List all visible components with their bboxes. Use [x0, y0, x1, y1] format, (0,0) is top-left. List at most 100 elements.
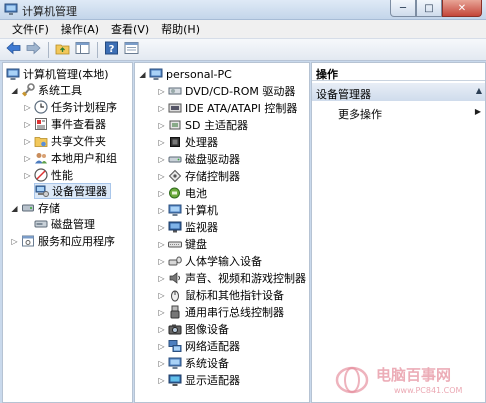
sd-adapter-icon [168, 118, 182, 132]
expand-icon[interactable]: ▷ [23, 154, 32, 163]
expand-icon[interactable]: ▷ [23, 137, 32, 146]
system-device-icon [168, 356, 182, 370]
properties-button[interactable] [122, 41, 140, 59]
expand-icon[interactable]: ▷ [157, 138, 166, 147]
menu-action[interactable]: 操作(A) [55, 21, 105, 37]
device-category-sd[interactable]: ▷ SD 主适配器 [157, 117, 248, 133]
close-button[interactable]: ✕ [442, 0, 482, 17]
computer-management-icon [4, 3, 18, 16]
expand-icon[interactable]: ▷ [157, 308, 166, 317]
device-tree-root[interactable]: ◢ personal-PC [138, 66, 231, 82]
device-label: 鼠标和其他指针设备 [185, 289, 284, 302]
device-category-keyboard[interactable]: ▷ 键盘 [157, 236, 207, 252]
disk-management-icon [34, 217, 48, 231]
users-icon [34, 151, 48, 165]
usb-icon [168, 305, 182, 319]
expand-icon[interactable]: ▷ [10, 237, 19, 246]
expand-icon[interactable]: ▷ [157, 359, 166, 368]
submenu-arrow-icon: ▶ [474, 107, 481, 116]
maximize-button[interactable]: □ [416, 0, 442, 17]
tree-node-storage[interactable]: ◢ 存储 [10, 200, 60, 216]
show-hide-tree-button[interactable] [73, 41, 91, 59]
expand-icon[interactable]: ▷ [157, 240, 166, 249]
disk-drive-icon [168, 152, 182, 166]
help-icon: ? [104, 41, 119, 58]
device-category-network[interactable]: ▷ 网络适配器 [157, 338, 240, 354]
expand-icon[interactable]: ▷ [157, 104, 166, 113]
device-category-system[interactable]: ▷ 系统设备 [157, 355, 229, 371]
sound-icon [168, 271, 182, 285]
collapse-icon[interactable]: ◢ [10, 86, 19, 95]
tree-label: 事件查看器 [51, 118, 106, 131]
expand-icon[interactable]: ▷ [157, 189, 166, 198]
tree-node-root[interactable]: 计算机管理(本地) [6, 66, 109, 82]
expand-icon[interactable]: ▷ [157, 325, 166, 334]
device-category-processor[interactable]: ▷ 处理器 [157, 134, 218, 150]
device-category-hid[interactable]: ▷ 人体学输入设备 [157, 253, 262, 269]
menu-file[interactable]: 文件(F) [6, 21, 55, 37]
tree-label: 设备管理器 [52, 185, 107, 198]
expand-icon[interactable]: ▷ [157, 155, 166, 164]
device-label: DVD/CD-ROM 驱动器 [185, 85, 296, 98]
tree-node-task-scheduler[interactable]: ▷ 任务计划程序 [23, 99, 117, 115]
tree-node-shared-folders[interactable]: ▷ 共享文件夹 [23, 133, 106, 149]
expand-icon[interactable]: ▷ [157, 206, 166, 215]
tree-node-event-viewer[interactable]: ▷ 事件查看器 [23, 116, 106, 132]
collapse-icon[interactable]: ◢ [10, 204, 19, 213]
expand-icon[interactable]: ▷ [157, 257, 166, 266]
help-button[interactable]: ? [102, 41, 120, 59]
expand-icon[interactable]: ▷ [157, 87, 166, 96]
window-title: 计算机管理 [22, 5, 77, 18]
device-category-ide[interactable]: ▷ IDE ATA/ATAPI 控制器 [157, 100, 297, 116]
expand-icon[interactable]: ▷ [157, 274, 166, 283]
device-category-mouse[interactable]: ▷ 鼠标和其他指针设备 [157, 287, 284, 303]
device-category-imaging[interactable]: ▷ 图像设备 [157, 321, 229, 337]
tree-node-performance[interactable]: ▷ 性能 [23, 167, 73, 183]
tree-node-device-manager[interactable]: 设备管理器 [34, 183, 111, 199]
properties-icon [124, 41, 139, 58]
svg-text:?: ? [108, 44, 114, 55]
device-label: 图像设备 [185, 323, 229, 336]
expand-icon[interactable]: ▷ [157, 342, 166, 351]
minimize-button[interactable]: ─ [390, 0, 416, 17]
tree-node-services-applications[interactable]: ▷ 服务和应用程序 [10, 233, 115, 249]
expand-icon[interactable]: ▷ [157, 291, 166, 300]
watermark-brand: 电脑百事网 [376, 366, 451, 384]
device-label: 磁盘驱动器 [185, 153, 240, 166]
menu-view[interactable]: 查看(V) [105, 21, 155, 37]
tree-node-system-tools[interactable]: ◢ 系统工具 [10, 82, 82, 98]
expand-icon[interactable]: ▷ [23, 120, 32, 129]
collapse-icon[interactable]: ◢ [138, 70, 147, 79]
device-category-usb[interactable]: ▷ 通用串行总线控制器 [157, 304, 284, 320]
tree-label: 存储 [38, 202, 60, 215]
forward-button[interactable] [24, 41, 42, 59]
toolbar-separator [48, 41, 49, 58]
menu-help[interactable]: 帮助(H) [155, 21, 206, 37]
device-category-sound[interactable]: ▷ 声音、视频和游戏控制器 [157, 270, 306, 286]
back-button[interactable] [4, 41, 22, 59]
toolbar: ? [0, 39, 486, 61]
more-actions-label: 更多操作 [338, 108, 382, 121]
device-category-display[interactable]: ▷ 显示适配器 [157, 372, 240, 388]
device-category-storage-controller[interactable]: ▷ 存储控制器 [157, 168, 240, 184]
collapse-up-icon[interactable]: ▲ [476, 86, 482, 95]
system-tools-icon [21, 83, 35, 97]
performance-icon [34, 168, 48, 182]
device-category-computer[interactable]: ▷ 计算机 [157, 202, 218, 218]
up-button[interactable] [53, 41, 71, 59]
expand-icon[interactable]: ▷ [157, 121, 166, 130]
tree-node-disk-management[interactable]: 磁盘管理 [34, 216, 95, 232]
expand-icon[interactable]: ▷ [157, 376, 166, 385]
device-category-dvd[interactable]: ▷ DVD/CD-ROM 驱动器 [157, 83, 295, 99]
actions-section-device-manager[interactable]: 设备管理器 ▲ [312, 83, 485, 101]
tree-node-local-users[interactable]: ▷ 本地用户和组 [23, 150, 117, 166]
device-category-monitor[interactable]: ▷ 监视器 [157, 219, 218, 235]
expand-icon[interactable]: ▷ [157, 172, 166, 181]
expand-icon[interactable]: ▷ [23, 103, 32, 112]
device-category-disk[interactable]: ▷ 磁盘驱动器 [157, 151, 240, 167]
expand-icon[interactable]: ▷ [157, 223, 166, 232]
device-category-battery[interactable]: ▷ 电池 [157, 185, 207, 201]
storage-controller-icon [168, 169, 182, 183]
expand-icon[interactable]: ▷ [23, 171, 32, 180]
more-actions-item[interactable]: 更多操作 ▶ [338, 106, 484, 122]
